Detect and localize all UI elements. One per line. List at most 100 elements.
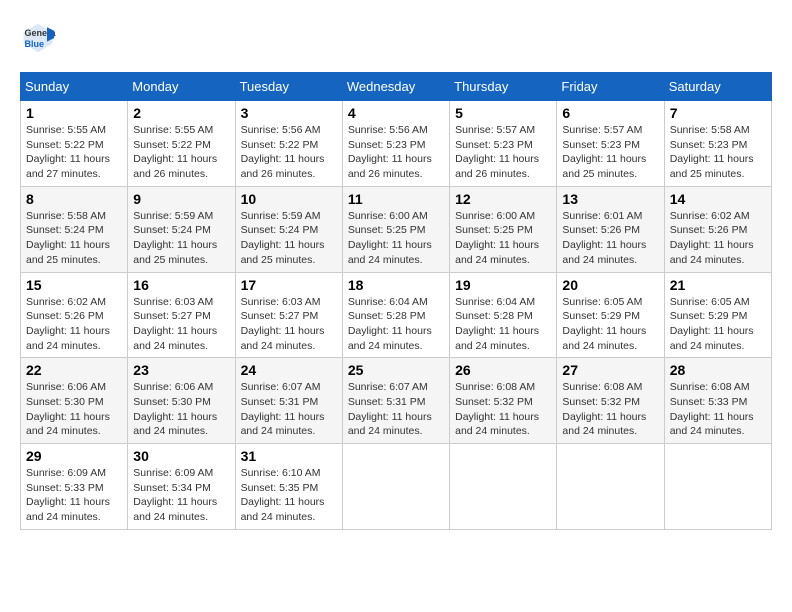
calendar-day-cell: 19 Sunrise: 6:04 AMSunset: 5:28 PMDaylig… <box>450 272 557 358</box>
calendar-day-cell: 21 Sunrise: 6:05 AMSunset: 5:29 PMDaylig… <box>664 272 771 358</box>
calendar-day-cell: 11 Sunrise: 6:00 AMSunset: 5:25 PMDaylig… <box>342 186 449 272</box>
calendar-week-row: 1 Sunrise: 5:55 AMSunset: 5:22 PMDayligh… <box>21 101 772 187</box>
day-number: 2 <box>133 105 229 121</box>
day-info: Sunrise: 6:08 AMSunset: 5:32 PMDaylight:… <box>562 381 646 437</box>
calendar-day-cell: 4 Sunrise: 5:56 AMSunset: 5:23 PMDayligh… <box>342 101 449 187</box>
day-info: Sunrise: 5:56 AMSunset: 5:22 PMDaylight:… <box>241 124 325 180</box>
calendar-day-cell: 13 Sunrise: 6:01 AMSunset: 5:26 PMDaylig… <box>557 186 664 272</box>
day-info: Sunrise: 5:59 AMSunset: 5:24 PMDaylight:… <box>241 210 325 266</box>
day-info: Sunrise: 6:03 AMSunset: 5:27 PMDaylight:… <box>133 296 217 352</box>
day-number: 8 <box>26 191 122 207</box>
calendar-day-cell: 20 Sunrise: 6:05 AMSunset: 5:29 PMDaylig… <box>557 272 664 358</box>
day-info: Sunrise: 6:00 AMSunset: 5:25 PMDaylight:… <box>348 210 432 266</box>
calendar-day-cell: 10 Sunrise: 5:59 AMSunset: 5:24 PMDaylig… <box>235 186 342 272</box>
logo-icon: General Blue <box>20 20 56 56</box>
calendar-day-cell: 15 Sunrise: 6:02 AMSunset: 5:26 PMDaylig… <box>21 272 128 358</box>
calendar-day-cell: 30 Sunrise: 6:09 AMSunset: 5:34 PMDaylig… <box>128 444 235 530</box>
calendar-day-cell <box>342 444 449 530</box>
day-number: 23 <box>133 362 229 378</box>
day-info: Sunrise: 5:56 AMSunset: 5:23 PMDaylight:… <box>348 124 432 180</box>
day-number: 22 <box>26 362 122 378</box>
day-info: Sunrise: 6:06 AMSunset: 5:30 PMDaylight:… <box>26 381 110 437</box>
calendar-day-cell <box>450 444 557 530</box>
day-number: 11 <box>348 191 444 207</box>
day-number: 12 <box>455 191 551 207</box>
day-number: 14 <box>670 191 766 207</box>
day-info: Sunrise: 5:58 AMSunset: 5:23 PMDaylight:… <box>670 124 754 180</box>
day-info: Sunrise: 6:04 AMSunset: 5:28 PMDaylight:… <box>348 296 432 352</box>
calendar-day-cell: 22 Sunrise: 6:06 AMSunset: 5:30 PMDaylig… <box>21 358 128 444</box>
day-info: Sunrise: 6:01 AMSunset: 5:26 PMDaylight:… <box>562 210 646 266</box>
day-number: 24 <box>241 362 337 378</box>
calendar-day-cell: 25 Sunrise: 6:07 AMSunset: 5:31 PMDaylig… <box>342 358 449 444</box>
weekday-header: Saturday <box>664 73 771 101</box>
calendar-day-cell: 12 Sunrise: 6:00 AMSunset: 5:25 PMDaylig… <box>450 186 557 272</box>
weekday-header: Thursday <box>450 73 557 101</box>
svg-text:Blue: Blue <box>25 39 45 49</box>
day-info: Sunrise: 5:55 AMSunset: 5:22 PMDaylight:… <box>26 124 110 180</box>
weekday-header: Tuesday <box>235 73 342 101</box>
calendar-day-cell: 17 Sunrise: 6:03 AMSunset: 5:27 PMDaylig… <box>235 272 342 358</box>
day-info: Sunrise: 6:05 AMSunset: 5:29 PMDaylight:… <box>562 296 646 352</box>
day-info: Sunrise: 5:57 AMSunset: 5:23 PMDaylight:… <box>455 124 539 180</box>
day-info: Sunrise: 5:59 AMSunset: 5:24 PMDaylight:… <box>133 210 217 266</box>
day-number: 21 <box>670 277 766 293</box>
day-number: 31 <box>241 448 337 464</box>
day-info: Sunrise: 5:58 AMSunset: 5:24 PMDaylight:… <box>26 210 110 266</box>
day-number: 18 <box>348 277 444 293</box>
day-number: 28 <box>670 362 766 378</box>
calendar-day-cell: 16 Sunrise: 6:03 AMSunset: 5:27 PMDaylig… <box>128 272 235 358</box>
calendar-day-cell <box>557 444 664 530</box>
page-header: General Blue <box>20 20 772 56</box>
day-info: Sunrise: 6:08 AMSunset: 5:32 PMDaylight:… <box>455 381 539 437</box>
day-info: Sunrise: 6:06 AMSunset: 5:30 PMDaylight:… <box>133 381 217 437</box>
logo: General Blue <box>20 20 60 56</box>
calendar-day-cell: 3 Sunrise: 5:56 AMSunset: 5:22 PMDayligh… <box>235 101 342 187</box>
day-info: Sunrise: 6:03 AMSunset: 5:27 PMDaylight:… <box>241 296 325 352</box>
calendar-table: SundayMondayTuesdayWednesdayThursdayFrid… <box>20 72 772 530</box>
day-info: Sunrise: 5:55 AMSunset: 5:22 PMDaylight:… <box>133 124 217 180</box>
day-number: 10 <box>241 191 337 207</box>
weekday-header: Sunday <box>21 73 128 101</box>
calendar-day-cell: 5 Sunrise: 5:57 AMSunset: 5:23 PMDayligh… <box>450 101 557 187</box>
calendar-day-cell <box>664 444 771 530</box>
day-number: 13 <box>562 191 658 207</box>
calendar-day-cell: 18 Sunrise: 6:04 AMSunset: 5:28 PMDaylig… <box>342 272 449 358</box>
day-info: Sunrise: 6:09 AMSunset: 5:33 PMDaylight:… <box>26 467 110 523</box>
calendar-header-row: SundayMondayTuesdayWednesdayThursdayFrid… <box>21 73 772 101</box>
weekday-header: Monday <box>128 73 235 101</box>
day-number: 1 <box>26 105 122 121</box>
day-number: 16 <box>133 277 229 293</box>
day-info: Sunrise: 6:02 AMSunset: 5:26 PMDaylight:… <box>670 210 754 266</box>
day-number: 5 <box>455 105 551 121</box>
calendar-week-row: 8 Sunrise: 5:58 AMSunset: 5:24 PMDayligh… <box>21 186 772 272</box>
day-info: Sunrise: 5:57 AMSunset: 5:23 PMDaylight:… <box>562 124 646 180</box>
day-number: 4 <box>348 105 444 121</box>
day-number: 15 <box>26 277 122 293</box>
calendar-week-row: 22 Sunrise: 6:06 AMSunset: 5:30 PMDaylig… <box>21 358 772 444</box>
day-number: 7 <box>670 105 766 121</box>
day-info: Sunrise: 6:07 AMSunset: 5:31 PMDaylight:… <box>241 381 325 437</box>
day-info: Sunrise: 6:04 AMSunset: 5:28 PMDaylight:… <box>455 296 539 352</box>
day-number: 30 <box>133 448 229 464</box>
day-number: 3 <box>241 105 337 121</box>
day-info: Sunrise: 6:05 AMSunset: 5:29 PMDaylight:… <box>670 296 754 352</box>
calendar-day-cell: 1 Sunrise: 5:55 AMSunset: 5:22 PMDayligh… <box>21 101 128 187</box>
calendar-week-row: 29 Sunrise: 6:09 AMSunset: 5:33 PMDaylig… <box>21 444 772 530</box>
calendar-day-cell: 27 Sunrise: 6:08 AMSunset: 5:32 PMDaylig… <box>557 358 664 444</box>
calendar-day-cell: 23 Sunrise: 6:06 AMSunset: 5:30 PMDaylig… <box>128 358 235 444</box>
calendar-day-cell: 26 Sunrise: 6:08 AMSunset: 5:32 PMDaylig… <box>450 358 557 444</box>
day-info: Sunrise: 6:07 AMSunset: 5:31 PMDaylight:… <box>348 381 432 437</box>
day-info: Sunrise: 6:08 AMSunset: 5:33 PMDaylight:… <box>670 381 754 437</box>
weekday-header: Wednesday <box>342 73 449 101</box>
day-number: 20 <box>562 277 658 293</box>
calendar-day-cell: 14 Sunrise: 6:02 AMSunset: 5:26 PMDaylig… <box>664 186 771 272</box>
day-number: 26 <box>455 362 551 378</box>
day-info: Sunrise: 6:10 AMSunset: 5:35 PMDaylight:… <box>241 467 325 523</box>
day-number: 27 <box>562 362 658 378</box>
day-number: 19 <box>455 277 551 293</box>
calendar-day-cell: 9 Sunrise: 5:59 AMSunset: 5:24 PMDayligh… <box>128 186 235 272</box>
day-info: Sunrise: 6:02 AMSunset: 5:26 PMDaylight:… <box>26 296 110 352</box>
day-info: Sunrise: 6:00 AMSunset: 5:25 PMDaylight:… <box>455 210 539 266</box>
weekday-header: Friday <box>557 73 664 101</box>
